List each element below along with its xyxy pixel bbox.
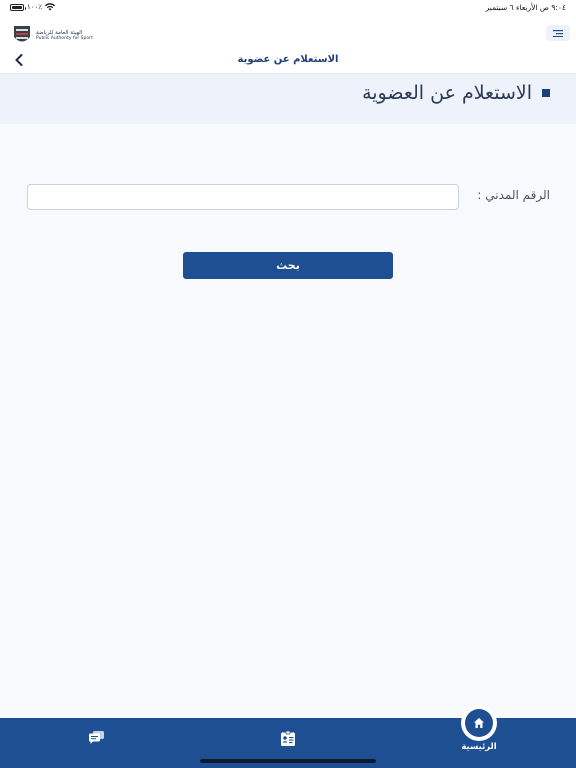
menu-button[interactable]: [546, 25, 570, 41]
bullet-square-icon: [542, 89, 550, 97]
battery-icon: [10, 3, 26, 11]
home-icon-badge: [465, 709, 493, 737]
status-left: ١٠٠٪: [10, 3, 56, 11]
menu-icon: [553, 29, 563, 37]
chat-tab[interactable]: [88, 730, 104, 746]
authority-logo: الهيئة العامة للرياضة Public Authority f…: [12, 24, 93, 46]
home-icon: [474, 718, 484, 728]
wifi-icon: [45, 3, 56, 11]
home-tab[interactable]: [461, 705, 497, 741]
home-indicator: [200, 759, 376, 763]
battery-percent: ١٠٠٪: [27, 3, 43, 11]
status-bar: ١٠٠٪ ٩:٠٤ ص الأربعاء ٦ سبتمبر: [0, 0, 576, 16]
app-header: الهيئة العامة للرياضة Public Authority f…: [0, 16, 576, 74]
emblem-icon: [14, 26, 30, 42]
home-tab-label: الرئيسية: [461, 742, 497, 752]
search-button[interactable]: بحث: [183, 252, 393, 279]
section-heading: الاستعلام عن العضوية: [362, 82, 550, 104]
chat-icon: [88, 731, 104, 744]
civil-id-label: الرقم المدني :: [477, 188, 550, 202]
civil-id-input[interactable]: [27, 184, 459, 210]
status-datetime: ٩:٠٤ ص الأربعاء ٦ سبتمبر: [485, 3, 566, 12]
page-title: الاستعلام عن عضوية: [237, 54, 339, 65]
logo-english-text: Public Authority for Sport: [36, 35, 93, 41]
id-card-icon: [281, 730, 295, 746]
membership-card-tab[interactable]: [280, 730, 296, 746]
section-title: الاستعلام عن العضوية: [362, 82, 532, 104]
